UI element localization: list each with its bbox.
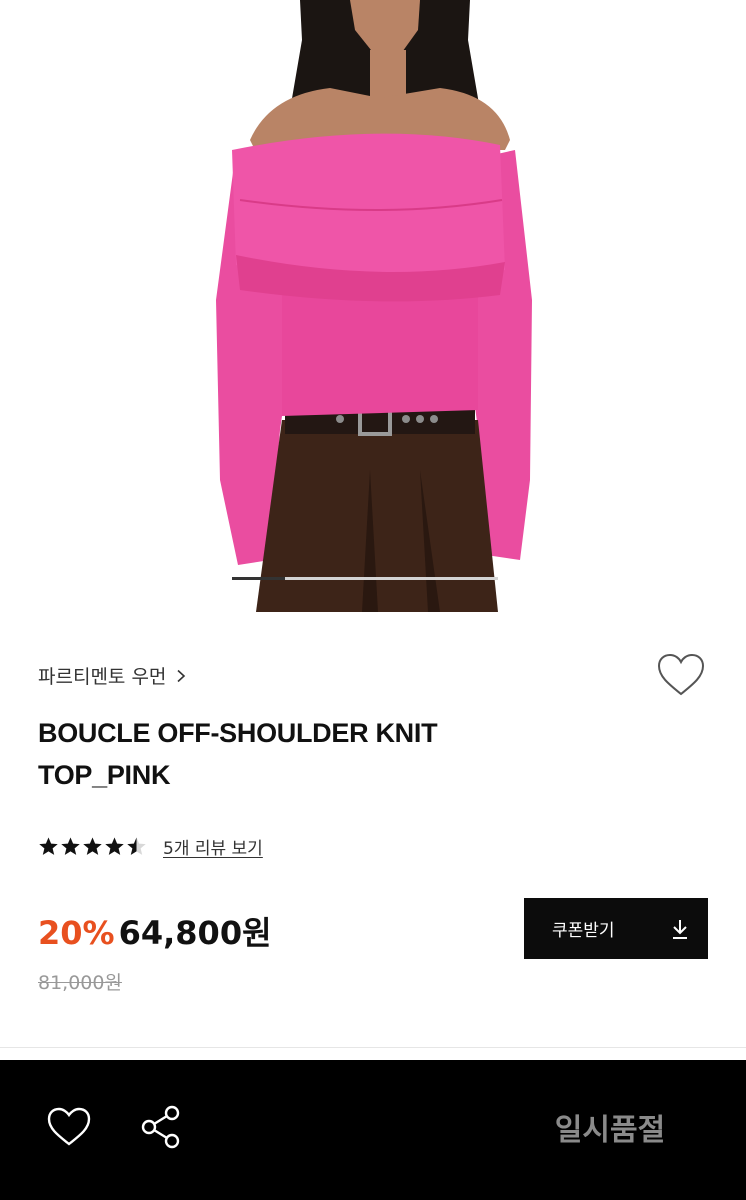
coupon-label: 쿠폰받기 xyxy=(552,921,615,941)
price-row: 20% 64,800원 xyxy=(38,908,272,954)
original-price: 81,000원 xyxy=(38,972,122,994)
coupon-download-button[interactable]: 쿠폰받기 xyxy=(524,898,708,959)
share-icon[interactable] xyxy=(138,1104,184,1150)
brand-link[interactable]: 파르티멘토 우먼 xyxy=(38,662,188,689)
carousel-progress-track xyxy=(232,577,498,580)
review-link[interactable]: 5개 리뷰 보기 xyxy=(163,834,263,859)
star-rating xyxy=(38,836,147,857)
heart-icon[interactable] xyxy=(46,1106,92,1148)
star-icon xyxy=(61,837,80,855)
product-title: BOUCLE OFF-SHOULDER KNIT TOP_PINK xyxy=(38,718,438,790)
heart-icon[interactable] xyxy=(656,652,706,698)
star-icon xyxy=(127,837,146,855)
soldout-button[interactable]: 일시품절 xyxy=(520,1104,700,1150)
rating-row: 5개 리뷰 보기 xyxy=(38,834,263,859)
sale-price: 64,800원 xyxy=(118,914,272,952)
star-icon xyxy=(83,837,102,855)
section-divider xyxy=(0,1047,746,1048)
star-icon xyxy=(39,837,58,855)
bottom-action-bar: 일시품절 xyxy=(0,1060,746,1200)
star-icon xyxy=(105,837,124,855)
chevron-right-icon xyxy=(177,669,186,682)
brand-name: 파르티멘토 우먼 xyxy=(38,666,167,688)
product-photo xyxy=(0,0,746,612)
product-image-carousel[interactable] xyxy=(0,0,746,612)
product-info-section: 파르티멘토 우먼 BOUCLE OFF-SHOULDER KNIT TOP_PI… xyxy=(0,612,746,1047)
carousel-progress-fill xyxy=(232,577,286,580)
discount-rate: 20% xyxy=(38,914,115,952)
download-icon xyxy=(673,919,687,939)
